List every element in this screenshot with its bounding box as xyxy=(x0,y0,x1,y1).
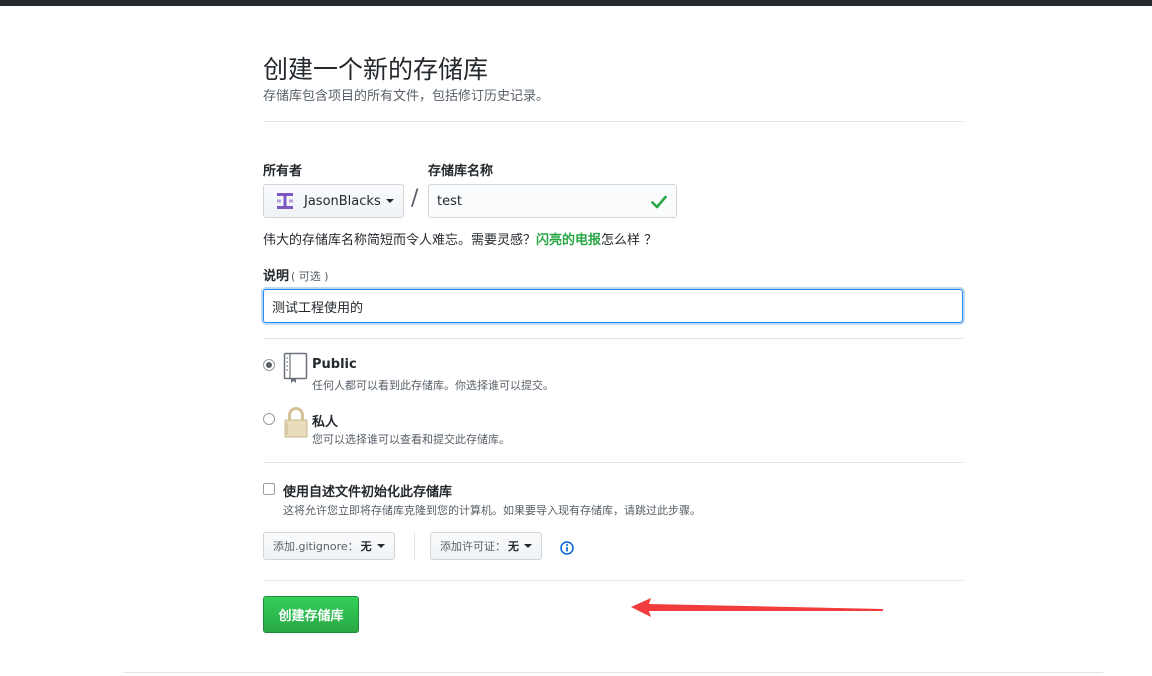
divider xyxy=(263,121,963,122)
divider xyxy=(263,580,963,581)
gitignore-label: 添加.gitignore： xyxy=(273,540,359,553)
repo-name-field-wrapper xyxy=(428,184,677,218)
optional-note: ( 可选 ) xyxy=(291,270,329,283)
public-title: Public xyxy=(312,357,357,372)
owner-label: 所有者 xyxy=(263,164,303,179)
select-divider xyxy=(414,532,415,560)
description-field-wrapper xyxy=(263,289,963,323)
owner-select-button[interactable]: JasonBlacks xyxy=(263,184,404,218)
info-icon[interactable] xyxy=(560,541,574,555)
check-icon xyxy=(651,195,667,209)
caret-down-icon xyxy=(385,199,394,203)
license-value: 无 xyxy=(508,540,519,553)
public-description: 任何人都可以看到此存储库。你选择谁可以提交。 xyxy=(312,379,554,392)
gitignore-value: 无 xyxy=(360,540,372,553)
license-select-button[interactable]: 添加许可证： 无 xyxy=(430,532,542,560)
description-label: 说明( 可选 ) xyxy=(263,265,329,284)
page-title: 创建一个新的存储库 xyxy=(263,55,489,84)
name-suggestion-link[interactable]: 闪亮的电报 xyxy=(536,233,601,248)
owner-avatar-icon xyxy=(274,190,296,212)
init-readme-title: 使用自述文件初始化此存储库 xyxy=(283,485,453,500)
license-label: 添加许可证： xyxy=(440,540,506,553)
repo-name-help-prefix: 伟大的存储库名称简短而令人难忘。需要灵感？ xyxy=(263,233,537,248)
caret-down-icon xyxy=(524,544,532,548)
lock-icon xyxy=(284,407,308,438)
repo-name-help: 伟大的存储库名称简短而令人难忘。需要灵感？闪亮的电报怎么样 ？ xyxy=(263,229,657,248)
repo-name-input[interactable] xyxy=(429,185,676,217)
description-input[interactable] xyxy=(264,290,962,322)
private-radio[interactable] xyxy=(263,413,275,425)
divider xyxy=(263,338,963,339)
private-title: 私人 xyxy=(312,415,339,430)
init-readme-description: 这将允许您立即将存储库克隆到您的计算机。如果要导入现有存储库，请跳过此步骤。 xyxy=(283,504,701,517)
description-label-text: 说明 xyxy=(263,269,290,284)
red-arrow-annotation xyxy=(631,598,883,617)
owner-name: JasonBlacks xyxy=(304,193,381,209)
private-description: 您可以选择谁可以查看和提交此存储库。 xyxy=(312,433,510,446)
public-radio[interactable] xyxy=(263,359,275,371)
top-bar xyxy=(0,0,1152,6)
gitignore-select-button[interactable]: 添加.gitignore： 无 xyxy=(263,532,395,560)
create-repository-button[interactable]: 创建存储库 xyxy=(263,596,359,633)
init-readme-checkbox[interactable] xyxy=(263,483,275,495)
repo-name-label: 存储库名称 xyxy=(428,164,494,179)
divider xyxy=(263,462,963,463)
footer-divider xyxy=(123,672,1103,673)
caret-down-icon xyxy=(376,544,385,548)
page-subtitle: 存储库包含项目的所有文件，包括修订历史记录。 xyxy=(263,89,550,104)
repo-name-help-suffix: 怎么样 ？ xyxy=(601,233,658,248)
repo-book-icon xyxy=(283,352,308,383)
owner-repo-separator: / xyxy=(411,186,419,211)
